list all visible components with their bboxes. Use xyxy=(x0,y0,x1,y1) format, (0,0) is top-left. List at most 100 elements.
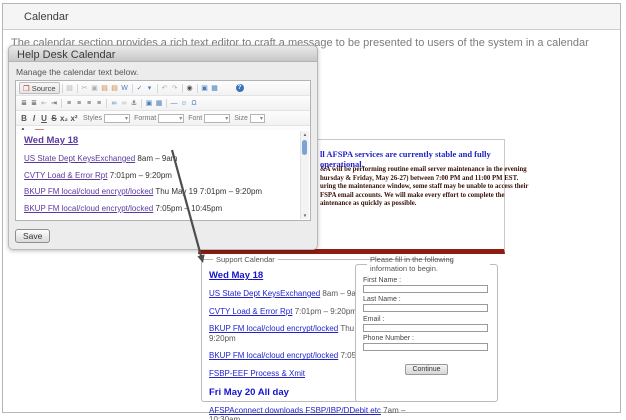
bold-button[interactable]: B xyxy=(19,114,29,123)
align-center-icon[interactable]: ≡ xyxy=(74,98,84,108)
event-link[interactable]: US State Dept KeysExchanged xyxy=(209,289,320,298)
event-link[interactable]: CVTY Load & Error Rpt xyxy=(209,307,292,316)
table-icon[interactable]: ▦ xyxy=(154,98,164,108)
chevron-down-icon: ▾ xyxy=(204,114,230,123)
toolbar-separator xyxy=(62,84,63,93)
cut-icon[interactable]: ✂ xyxy=(80,83,90,93)
paste-from-word-icon[interactable]: W xyxy=(120,83,130,93)
about-icon[interactable]: ? xyxy=(236,84,244,92)
redo-icon[interactable]: ↷ xyxy=(170,83,180,93)
italic-button[interactable]: I xyxy=(29,114,39,123)
size-dropdown[interactable]: Size ▾ xyxy=(234,114,265,123)
undo-icon[interactable]: ↶ xyxy=(160,83,170,93)
toolbar-separator xyxy=(197,84,198,93)
notice-line: hursday & Friday, May 26-27) between 7:0… xyxy=(320,175,500,184)
notice-line: aintenance as quickly as possible. xyxy=(320,200,500,209)
notice-line: FSPA email accounts. We will make every … xyxy=(320,192,500,201)
notice-line: &A will be performing routine email serv… xyxy=(320,166,500,175)
help-desk-calendar-dialog: Help Desk Calendar Manage the calendar t… xyxy=(8,45,318,250)
scrollbar-thumb[interactable] xyxy=(302,140,307,155)
anchor-icon[interactable]: ⚓ xyxy=(129,98,139,108)
email-label: Email : xyxy=(363,316,490,323)
calendar-event: BKUP FM local/cloud encrypt/locked 7:05p… xyxy=(24,204,296,213)
smiley-icon[interactable]: ☺ xyxy=(179,98,189,108)
numbered-list-icon[interactable]: ≣ xyxy=(19,98,29,108)
calendar-admin-page: Calendar The calendar section provides a… xyxy=(0,0,626,420)
subscript-button[interactable]: x₂ xyxy=(59,114,69,123)
visitor-info-form: Please fill in the following information… xyxy=(355,255,498,402)
rich-text-editor: ❒Source ▤ ✂ ▣ ▤ ▤ W ✓ ▾ ↶ ↷ ◉ xyxy=(15,80,311,221)
toolbar-separator xyxy=(157,84,158,93)
toolbar-separator xyxy=(132,84,133,93)
chevron-down-icon: ▾ xyxy=(250,114,265,123)
paste-text-icon[interactable]: ▤ xyxy=(110,83,120,93)
editor-toolbar-row-1: ❒Source ▤ ✂ ▣ ▤ ▤ W ✓ ▾ ↶ ↷ ◉ xyxy=(16,81,310,96)
bulleted-list-icon[interactable]: ≣ xyxy=(29,98,39,108)
superscript-button[interactable]: x² xyxy=(69,114,79,123)
email-field[interactable] xyxy=(363,324,488,332)
first-name-label: First Name : xyxy=(363,277,490,284)
phone-number-field[interactable] xyxy=(363,343,488,351)
editor-toolbar-row-2: ≣ ≣ ⇤ ⇥ ≡ ≡ ≡ ≡ ∞ ∞ ⚓ ▣ ▦ xyxy=(16,96,310,111)
spellcheck-icon[interactable]: ✓ xyxy=(135,83,145,93)
align-right-icon[interactable]: ≡ xyxy=(84,98,94,108)
editor-scrollbar[interactable]: ▲ ▼ xyxy=(300,131,309,219)
page-title: Calendar xyxy=(24,11,69,23)
align-left-icon[interactable]: ≡ xyxy=(64,98,74,108)
continue-button[interactable]: Continue xyxy=(405,364,447,375)
horizontal-rule-icon[interactable]: — xyxy=(169,98,179,108)
paste-icon[interactable]: ▤ xyxy=(100,83,110,93)
source-button[interactable]: ❒Source xyxy=(19,82,60,94)
save-button[interactable]: Save xyxy=(15,229,50,243)
unlink-icon[interactable]: ∞ xyxy=(119,98,129,108)
editor-content-area[interactable]: Wed May 18 US State Dept KeysExchanged 8… xyxy=(16,130,310,220)
editor-label: Manage the calendar text below. xyxy=(16,67,311,77)
calendar-event: BKUP FM local/cloud encrypt/locked Thu M… xyxy=(24,187,296,196)
scroll-up-icon[interactable]: ▲ xyxy=(301,132,309,137)
strikethrough-button[interactable]: S xyxy=(49,114,59,123)
show-blocks-icon[interactable]: ▦ xyxy=(210,83,220,93)
indent-icon[interactable]: ⇥ xyxy=(49,98,59,108)
special-char-icon[interactable]: Ω xyxy=(189,98,199,108)
last-name-field[interactable] xyxy=(363,304,488,312)
scroll-down-icon[interactable]: ▼ xyxy=(301,213,309,218)
form-legend: Please fill in the following information… xyxy=(367,255,490,273)
first-name-field[interactable] xyxy=(363,285,488,293)
chevron-down-icon: ▾ xyxy=(158,114,184,123)
page-header: Calendar xyxy=(3,4,620,30)
dialog-title: Help Desk Calendar xyxy=(8,45,318,62)
event-link[interactable]: US State Dept KeysExchanged xyxy=(24,154,135,163)
event-link[interactable]: BKUP FM local/cloud encrypt/locked xyxy=(209,324,338,333)
toolbar-separator xyxy=(141,99,142,108)
calendar-event: AFSPAconnect downloads FSBP/IBP/DDebit e… xyxy=(209,406,438,420)
align-justify-icon[interactable]: ≡ xyxy=(94,98,104,108)
underline-button[interactable]: U xyxy=(39,114,49,123)
styles-dropdown[interactable]: Styles ▾ xyxy=(83,114,130,123)
event-link[interactable]: BKUP FM local/cloud encrypt/locked xyxy=(209,351,338,360)
font-dropdown[interactable]: Font ▾ xyxy=(188,114,230,123)
toolbar-separator xyxy=(182,84,183,93)
event-link[interactable]: CVTY Load & Error Rpt xyxy=(24,171,107,180)
event-link[interactable]: BKUP FM local/cloud encrypt/locked xyxy=(24,204,153,213)
support-calendar-legend: Support Calendar xyxy=(213,255,278,264)
find-icon[interactable]: ◉ xyxy=(185,83,195,93)
calendar-event: US State Dept KeysExchanged 8am – 9am xyxy=(24,154,296,163)
spellcheck-dropdown-icon[interactable]: ▾ xyxy=(145,83,155,93)
toolbar-separator xyxy=(166,99,167,108)
image-icon[interactable]: ▣ xyxy=(144,98,154,108)
event-link[interactable]: BKUP FM local/cloud encrypt/locked xyxy=(24,187,153,196)
link-icon[interactable]: ∞ xyxy=(109,98,119,108)
copy-icon[interactable]: ▣ xyxy=(90,83,100,93)
calendar-event: CVTY Load & Error Rpt 7:01pm – 9:20pm xyxy=(24,171,296,180)
templates-icon[interactable]: ▤ xyxy=(65,83,75,93)
calendar-day-heading: Wed May 18 xyxy=(24,135,296,146)
phone-number-label: Phone Number : xyxy=(363,335,490,342)
event-link[interactable]: AFSPAconnect downloads FSBP/IBP/DDebit e… xyxy=(209,406,381,415)
toolbar-separator xyxy=(61,99,62,108)
format-dropdown[interactable]: Format ▾ xyxy=(134,114,184,123)
notice-line: uring the maintenance window, some staff… xyxy=(320,183,500,192)
outdent-icon[interactable]: ⇤ xyxy=(39,98,49,108)
maximize-icon[interactable]: ▣ xyxy=(200,83,210,93)
event-link[interactable]: FSBP-EEF Process & Xmit xyxy=(209,369,305,378)
toolbar-separator xyxy=(106,99,107,108)
